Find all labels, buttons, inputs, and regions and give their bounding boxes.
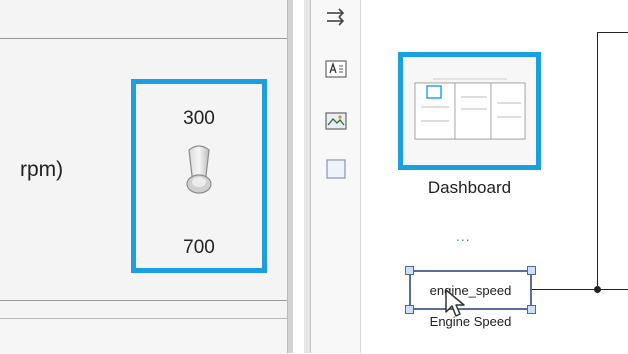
resize-handle[interactable]	[405, 266, 414, 275]
text-annotation-icon[interactable]	[323, 58, 349, 80]
toggle-switch-widget[interactable]: 300 700	[131, 79, 267, 273]
toggle-switch-icon[interactable]	[184, 144, 214, 196]
image-annotation-icon[interactable]	[323, 110, 349, 132]
signal-line	[532, 289, 628, 290]
dashboard-block-label: Dashboard	[427, 178, 512, 197]
dashboard-block[interactable]	[398, 52, 541, 170]
branch-point	[594, 286, 601, 293]
arrows-right-icon[interactable]	[323, 6, 349, 28]
engine-speed-block[interactable]: engine_speed	[409, 270, 532, 310]
dashboard-thumbnail	[403, 57, 536, 165]
splitter-right[interactable]	[304, 0, 311, 353]
area-icon[interactable]	[323, 158, 349, 180]
resize-handle[interactable]	[527, 305, 536, 314]
dashboard-panel: rpm) 300 700	[0, 38, 291, 301]
toggle-bottom-value: 700	[183, 237, 215, 258]
annotation-toolbar	[311, 0, 361, 353]
signal-line	[597, 32, 628, 33]
resize-handle[interactable]	[527, 266, 536, 275]
signal-line	[597, 32, 598, 289]
engine-speed-caption: Engine Speed	[429, 314, 512, 329]
dashboard-canvas: rpm) 300 700	[0, 0, 291, 354]
dashboard-lower-panel	[0, 318, 291, 354]
engine-speed-block-text: engine_speed	[429, 282, 512, 298]
resize-handle[interactable]	[405, 305, 414, 314]
splitter-left[interactable]	[287, 0, 293, 353]
more-options-indicator[interactable]: ...	[456, 228, 471, 244]
model-canvas[interactable]: Dashboard ... engine_speed Engine Speed	[361, 0, 628, 353]
toggle-top-value: 300	[183, 108, 215, 129]
mouse-cursor-icon	[445, 289, 465, 317]
gauge-units-label: rpm)	[20, 158, 64, 181]
